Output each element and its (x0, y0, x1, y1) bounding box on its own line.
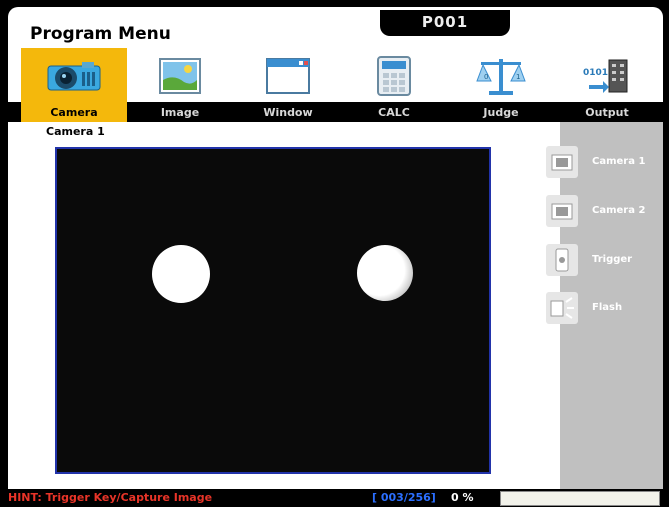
side-item-label: Camera 2 (592, 205, 646, 216)
status-field (500, 491, 660, 506)
camera-image-view[interactable] (55, 147, 491, 474)
status-bar: HINT: Trigger Key/Capture Image [ 003/25… (0, 489, 669, 507)
menu-bar: Camera Image Window CALC Judge Output (8, 104, 663, 122)
side-item-trigger[interactable]: Trigger (546, 244, 663, 278)
program-tab: P001 (380, 10, 510, 36)
image-counter: [ 003/256] (372, 491, 436, 504)
calc-icon (377, 56, 411, 96)
progress-percent: 0 % (451, 491, 474, 504)
side-item-label: Trigger (592, 254, 633, 265)
header: Program Menu P001 0 1 0101 (8, 7, 663, 104)
tab-window[interactable]: Window (235, 104, 341, 122)
output-icon: 0101 (583, 59, 628, 93)
svg-text:0: 0 (484, 73, 488, 81)
svg-text:0101: 0101 (583, 68, 608, 78)
tab-output[interactable]: Output (554, 104, 660, 122)
tab-judge[interactable]: Judge (448, 104, 554, 122)
camera-icon (546, 195, 578, 227)
image-icon (159, 58, 201, 94)
camera-label: Camera 1 (46, 125, 105, 138)
tab-calc[interactable]: CALC (341, 104, 447, 122)
image-blob-left (152, 245, 210, 303)
side-item-label: Camera 1 (592, 156, 646, 167)
tab-image[interactable]: Image (127, 104, 233, 122)
side-item-camera-2[interactable]: Camera 2 (546, 195, 663, 229)
window-title: Program Menu (30, 24, 171, 44)
toolbar-calc[interactable] (341, 48, 447, 104)
program-number: P001 (421, 13, 469, 31)
toolbar-window[interactable] (235, 48, 341, 104)
side-item-camera-1[interactable]: Camera 1 (546, 146, 663, 180)
image-blob-right (357, 245, 413, 301)
flash-icon (546, 292, 578, 324)
toolbar-output[interactable]: 0101 (554, 48, 660, 104)
toolbar-camera[interactable] (21, 48, 127, 104)
svg-text:1: 1 (516, 73, 520, 81)
camera-icon (47, 62, 101, 91)
judge-icon: 0 1 (476, 59, 526, 95)
side-item-label: Flash (592, 302, 623, 313)
toolbar-image[interactable] (127, 48, 233, 104)
toolbar-judge[interactable]: 0 1 (448, 48, 554, 104)
side-item-flash[interactable]: Flash (546, 292, 663, 326)
trigger-icon (546, 244, 578, 276)
main-content: Camera 1 (8, 122, 560, 489)
tab-camera[interactable]: Camera (21, 104, 127, 122)
camera-icon (546, 146, 578, 178)
side-panel: Camera 1 Camera 2 Trigger Flash (546, 122, 663, 489)
window-icon (266, 58, 310, 94)
hint-text: HINT: Trigger Key/Capture Image (8, 491, 213, 504)
